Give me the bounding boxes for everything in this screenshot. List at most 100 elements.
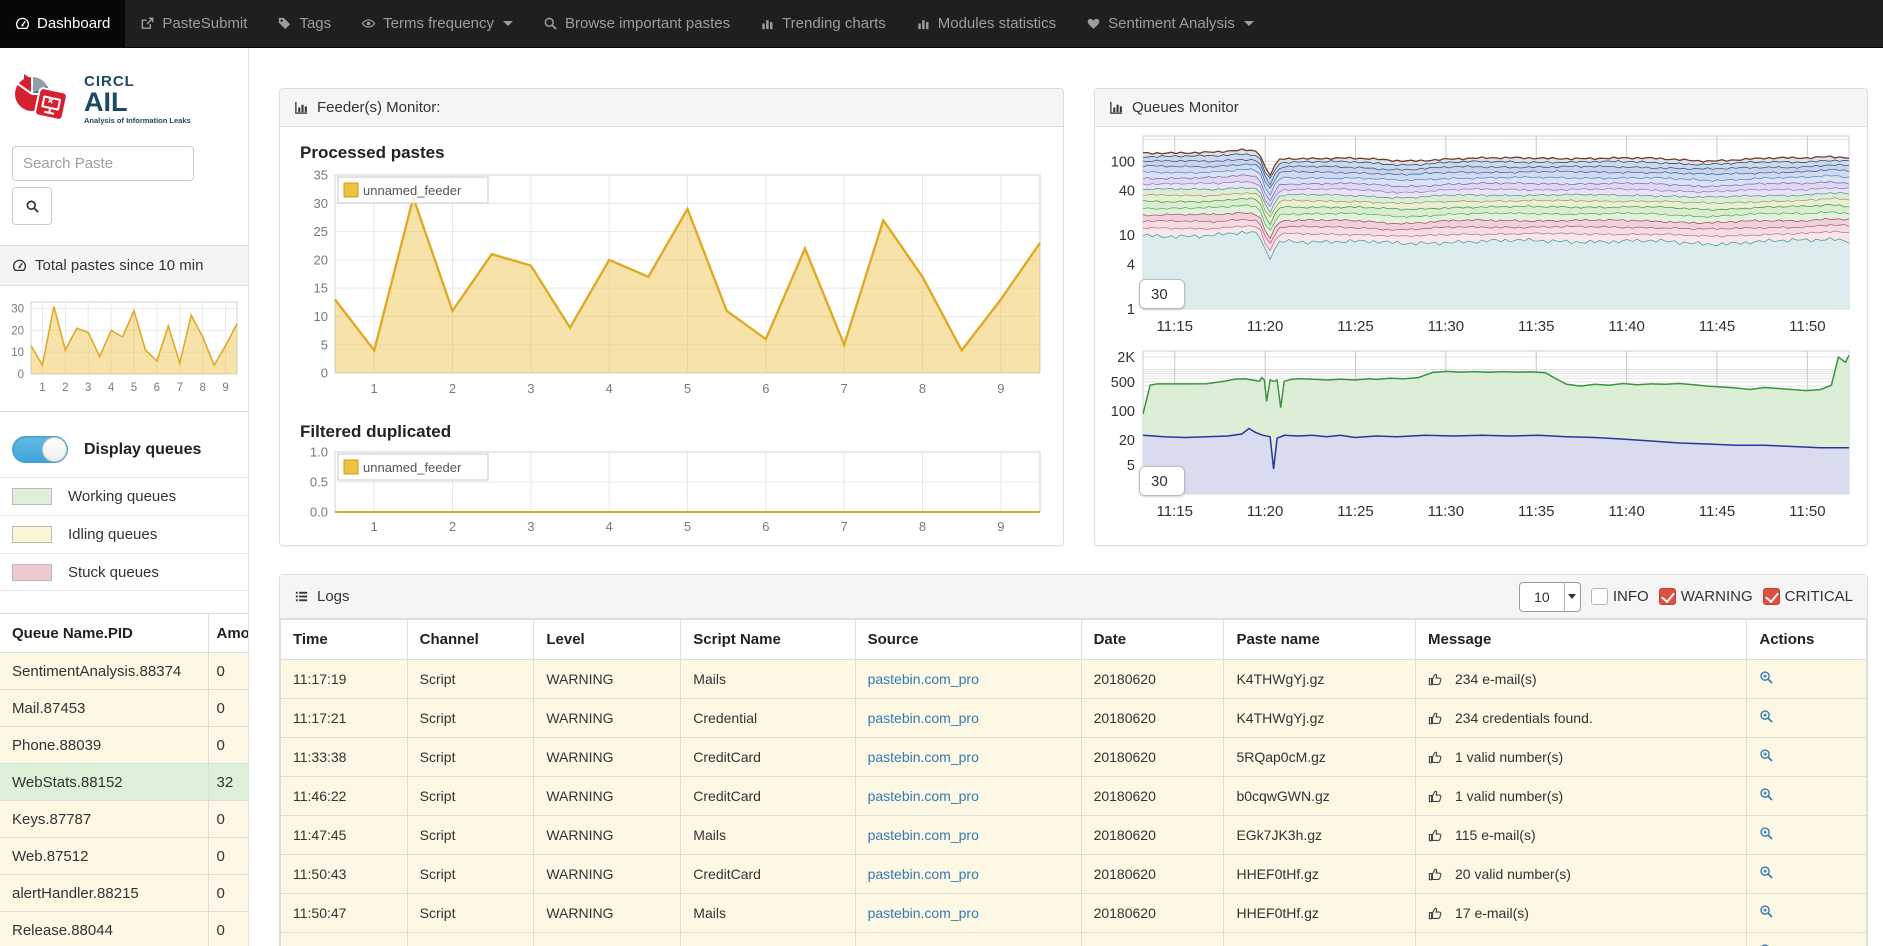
log-row: 11:33:38ScriptWARNINGCreditCardpastebin.… (281, 738, 1867, 777)
nav-item-pastesubmit[interactable]: PasteSubmit (125, 0, 262, 47)
svg-text:7: 7 (841, 381, 848, 396)
display-queues-label: Display queues (84, 441, 201, 459)
svg-text:3: 3 (527, 381, 534, 396)
search-plus-icon[interactable] (1759, 787, 1774, 802)
source-link[interactable]: pastebin.com_pro (868, 749, 979, 765)
checked-checkbox[interactable] (1763, 588, 1780, 605)
svg-text:0.5: 0.5 (310, 475, 328, 490)
svg-text:1.0: 1.0 (310, 446, 328, 460)
queue-name: Phone.88039 (0, 727, 208, 764)
queue-amount: 0 (208, 690, 249, 727)
nav-item-dashboard[interactable]: Dashboard (0, 0, 125, 47)
source-link[interactable]: pastebin.com_pro (868, 905, 979, 921)
logo: CIRCL AIL Analysis of Information Leaks (10, 68, 242, 130)
working-swatch (12, 488, 52, 505)
search-plus-icon[interactable] (1759, 670, 1774, 685)
svg-text:0: 0 (18, 369, 24, 381)
svg-text:5: 5 (131, 382, 137, 394)
svg-text:1: 1 (371, 381, 378, 396)
checked-checkbox[interactable] (1659, 588, 1676, 605)
legend-label: Working queues (68, 488, 176, 505)
circl-ail-logo-icon (10, 68, 76, 130)
log-actions (1747, 816, 1867, 855)
svg-text:9: 9 (997, 519, 1004, 534)
queue-name: SentimentAnalysis.88374 (0, 653, 208, 690)
nav-item-modules-statistics[interactable]: Modules statistics (901, 0, 1071, 47)
total-pastes-chart-svg: 1234567890102030 (4, 294, 242, 400)
nav-item-label: Browse important pastes (565, 15, 730, 32)
logs-panel: Logs 10 INFOWARNINGCRITICAL TimeChannelL… (279, 574, 1868, 946)
log-actions (1747, 894, 1867, 933)
nav-item-trending-charts[interactable]: Trending charts (745, 0, 901, 47)
log-message: 115 e-mail(s) (1415, 816, 1746, 855)
queues-monitor-title: Queues Monitor (1132, 99, 1239, 116)
search-button[interactable] (12, 187, 52, 225)
log-source: pastebin.com_pro (855, 660, 1081, 699)
log-level: WARNING (534, 816, 681, 855)
log-row: 11:46:22ScriptWARNINGCreditCardpastebin.… (281, 777, 1867, 816)
log-message-text: 115 e-mail(s) (1455, 827, 1536, 843)
log-actions (1747, 777, 1867, 816)
eye-icon (361, 16, 376, 31)
nav-item-browse-important-pastes[interactable]: Browse important pastes (528, 0, 745, 47)
log-message: 20 valid number(s) (1415, 855, 1746, 894)
total-pastes-panel: Total pastes since 10 min 12345678901020… (0, 245, 248, 412)
svg-text:4: 4 (606, 381, 613, 396)
log-date: 20180620 (1081, 933, 1224, 946)
svg-text:10: 10 (1119, 228, 1135, 244)
logs-header-actions: Actions (1747, 620, 1867, 660)
log-time: 11:17:21 (281, 699, 408, 738)
search-plus-icon[interactable] (1759, 826, 1774, 841)
svg-text:9: 9 (222, 382, 228, 394)
svg-text:2K: 2K (1117, 350, 1135, 366)
log-paste-name: 5RQap0cM.gz (1224, 738, 1416, 777)
filter-info[interactable]: INFO (1591, 588, 1649, 605)
source-link[interactable]: pastebin.com_pro (868, 866, 979, 882)
queues-bottom-spinner[interactable]: 30 (1139, 466, 1185, 496)
svg-text:35: 35 (314, 168, 328, 183)
svg-text:3: 3 (85, 382, 91, 394)
log-row: 11:17:21ScriptWARNINGCredentialpastebin.… (281, 699, 1867, 738)
search-plus-icon[interactable] (1759, 904, 1774, 919)
nav-item-terms-frequency[interactable]: Terms frequency (346, 0, 528, 47)
svg-text:500: 500 (1111, 375, 1135, 391)
source-link[interactable]: pastebin.com_pro (868, 827, 979, 843)
feeder-monitor-header: Feeder(s) Monitor: (280, 89, 1063, 127)
legend-label: Stuck queues (68, 564, 159, 581)
search-input[interactable] (12, 146, 194, 181)
svg-text:6: 6 (762, 381, 769, 396)
bar-chart-icon (916, 16, 931, 31)
source-link[interactable]: pastebin.com_pro (868, 710, 979, 726)
source-link[interactable]: pastebin.com_pro (868, 788, 979, 804)
source-link[interactable]: pastebin.com_pro (868, 671, 979, 687)
log-date: 20180620 (1081, 855, 1224, 894)
search-plus-icon[interactable] (1759, 865, 1774, 880)
logs-header-time: Time (281, 620, 408, 660)
log-date: 20180620 (1081, 699, 1224, 738)
nav-item-tags[interactable]: Tags (262, 0, 346, 47)
svg-text:4: 4 (1127, 258, 1135, 274)
svg-text:5: 5 (321, 337, 328, 352)
nav-item-sentiment-analysis[interactable]: Sentiment Analysis (1071, 0, 1269, 47)
log-message: 1 valid number(s) (1415, 777, 1746, 816)
page-size-select[interactable]: 10 (1519, 582, 1581, 612)
bar-chart-icon (294, 100, 309, 115)
log-message-text: 234 e-mail(s) (1455, 671, 1537, 687)
legend-row-working: Working queues (0, 477, 248, 515)
unchecked-checkbox[interactable] (1591, 588, 1608, 605)
log-script-name: Mails (681, 894, 855, 933)
search-area (12, 146, 236, 225)
logo-text: CIRCL AIL Analysis of Information Leaks (84, 73, 191, 125)
filter-critical[interactable]: CRITICAL (1763, 588, 1853, 605)
svg-text:0: 0 (321, 366, 328, 381)
log-time: 11:50:43 (281, 855, 408, 894)
search-plus-icon[interactable] (1759, 709, 1774, 724)
queues-top-spinner[interactable]: 30 (1139, 279, 1185, 309)
bar-chart-icon (760, 16, 775, 31)
queues-chart-bottom-wrap: 11:1511:2011:2511:3011:3511:4011:4511:50… (1103, 346, 1859, 533)
search-plus-icon[interactable] (1759, 748, 1774, 763)
log-level: WARNING (534, 738, 681, 777)
filter-warning[interactable]: WARNING (1659, 588, 1753, 605)
queues-chart-top-wrap: 11:1511:2011:2511:3011:3511:4011:4511:50… (1103, 131, 1859, 346)
display-queues-toggle[interactable] (12, 436, 68, 463)
